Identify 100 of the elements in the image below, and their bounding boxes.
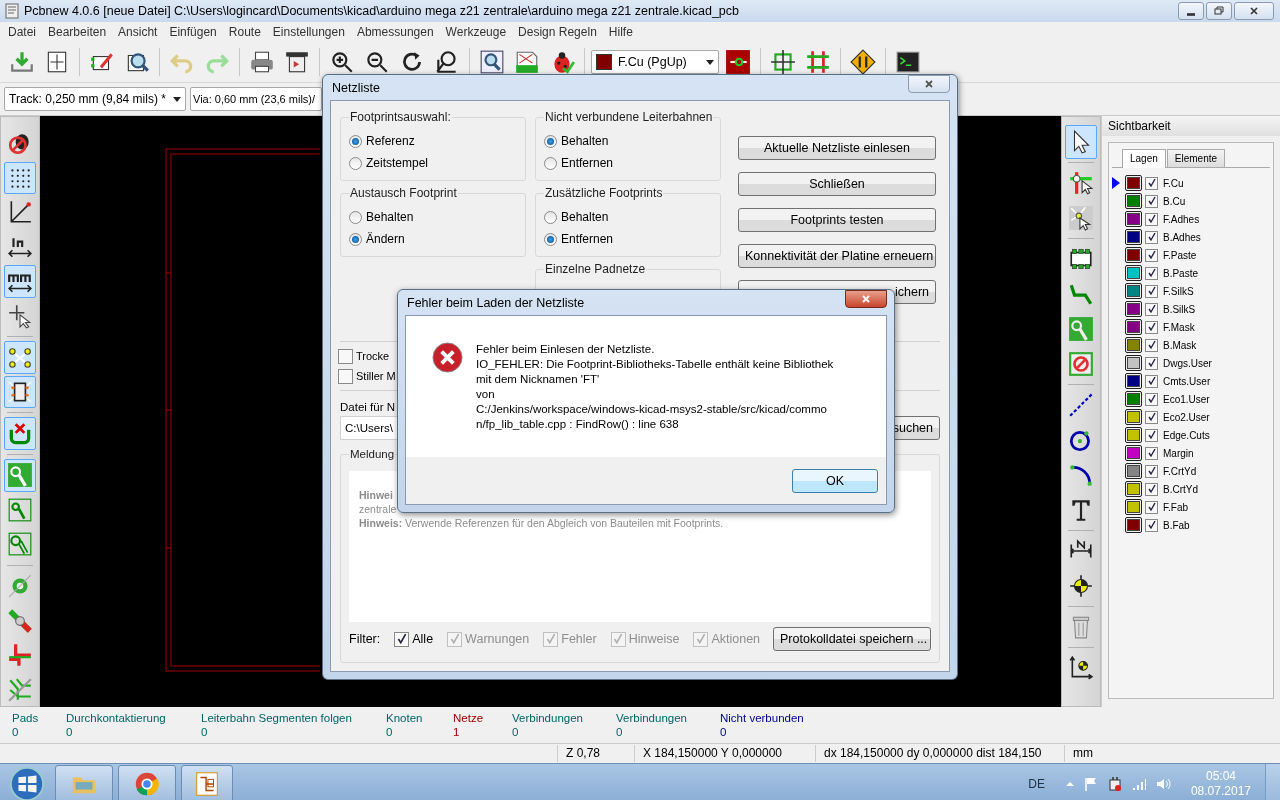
menu-item[interactable]: Werkzeuge [439,25,513,39]
layer-name: F.Mask [1163,321,1195,333]
layer-checkbox[interactable] [1145,194,1158,208]
layer-checkbox[interactable] [1145,446,1158,460]
radio-button[interactable] [349,232,362,246]
menu-item[interactable]: Datei [2,25,42,39]
pcb-app-icon[interactable] [181,765,233,800]
layer-color-button[interactable] [1125,463,1142,479]
restore-button[interactable] [1206,2,1232,20]
menu-item[interactable]: Bearbeiten [42,25,113,39]
layer-color-button[interactable] [1125,175,1142,191]
layer-dropdown[interactable]: F.Cu (PgUp) [591,50,719,74]
layer-checkbox[interactable] [1145,176,1158,190]
layer-checkbox[interactable] [1145,230,1158,244]
panel-tab[interactable]: Elemente [1166,149,1226,167]
layer-color-button[interactable] [1125,373,1142,389]
close-button[interactable] [908,75,950,93]
radio-button[interactable] [349,156,362,170]
radio-option[interactable]: Referenz [349,130,517,152]
layer-color-button[interactable] [1125,355,1142,371]
dialog-button[interactable]: Aktuelle Netzliste einlesen [738,136,936,160]
checkbox[interactable] [338,368,353,384]
layer-checkbox[interactable] [1145,428,1158,442]
log-line: zentrale [359,502,397,516]
radio-button[interactable] [349,210,362,224]
layer-checkbox[interactable] [1145,392,1158,406]
radio-button[interactable] [349,134,362,148]
layer-color-button[interactable] [1125,481,1142,497]
dialog-button[interactable]: Konnektivität der Platine erneuern [738,244,936,268]
browser-icon[interactable] [118,765,176,800]
close-button[interactable] [1234,2,1274,20]
layer-checkbox[interactable] [1145,500,1158,514]
radio-button[interactable] [544,156,557,170]
layer-color-button[interactable] [1125,283,1142,299]
language-indicator[interactable]: DE [1028,777,1045,791]
save-log-button[interactable]: Protokolldatei speichern ... [773,627,931,651]
layer-checkbox[interactable] [1145,338,1158,352]
menu-item[interactable]: Einfügen [163,25,223,39]
minimize-button[interactable] [1178,2,1204,20]
layer-color-button[interactable] [1125,517,1142,533]
layer-color-button[interactable] [1125,499,1142,515]
menu-item[interactable]: Hilfe [602,25,639,39]
file-explorer-icon[interactable] [55,765,113,800]
layer-checkbox[interactable] [1145,212,1158,226]
radio-option[interactable]: Behalten [544,130,712,152]
close-button[interactable] [845,290,887,308]
layer-color-button[interactable] [1125,445,1142,461]
radio-option[interactable]: Behalten [349,206,517,228]
pointer-icon[interactable] [1065,125,1097,159]
zone-fill-icon[interactable] [4,459,36,492]
filter-checkbox[interactable] [394,631,410,647]
layer-color-button[interactable] [1125,319,1142,335]
layer-color-button[interactable] [1125,229,1142,245]
radio-option[interactable]: Ändern [349,228,517,250]
radio-button[interactable] [544,210,557,224]
checkbox[interactable] [338,348,353,364]
menu-item[interactable]: Ansicht [112,25,164,39]
layer-color-button[interactable] [1125,193,1142,209]
layer-checkbox[interactable] [1145,464,1158,478]
layer-checkbox[interactable] [1145,266,1158,280]
ratsnest-icon[interactable] [4,341,36,374]
track-delete-icon[interactable] [4,417,36,451]
radio-option[interactable]: Zeitstempel [349,152,517,174]
layer-checkbox[interactable] [1145,320,1158,334]
radio-option[interactable]: Behalten [544,206,712,228]
radio-button[interactable] [544,232,557,246]
layer-checkbox[interactable] [1145,518,1158,532]
layer-color-button[interactable] [1125,391,1142,407]
layer-color-button[interactable] [1125,247,1142,263]
radio-option[interactable]: Entfernen [544,228,712,250]
ok-button[interactable]: OK [792,468,878,493]
power-icon[interactable] [1106,776,1123,792]
layer-color-button[interactable] [1125,409,1142,425]
dialog-button[interactable]: Footprints testen [738,208,936,232]
layer-checkbox[interactable] [1145,248,1158,262]
layer-checkbox[interactable] [1145,374,1158,388]
restore-icon [1213,6,1225,16]
chip-ratsnest-icon[interactable] [4,375,36,409]
layer-color-button[interactable] [1125,337,1142,353]
radio-option[interactable]: Entfernen [544,152,712,174]
radio-button[interactable] [544,134,557,148]
menu-item[interactable]: Design Regeln [512,25,603,39]
grid-icon[interactable] [4,161,36,195]
layer-checkbox[interactable] [1145,410,1158,424]
via-size-dropdown[interactable]: Via: 0,60 mm (23,6 mils)/ [190,87,322,111]
layer-checkbox[interactable] [1145,482,1158,496]
layer-color-button[interactable] [1125,427,1142,443]
layer-checkbox[interactable] [1145,284,1158,298]
layer-color-button[interactable] [1125,301,1142,317]
menu-item[interactable]: Route [222,25,267,39]
panel-tab[interactable]: Lagen [1122,149,1166,168]
dialog-button[interactable]: Schließen [738,172,936,196]
menu-item[interactable]: Einstellungen [266,25,351,39]
layer-checkbox[interactable] [1145,302,1158,316]
track-width-dropdown[interactable]: Track: 0,250 mm (9,84 mils) * [4,87,186,111]
menu-item[interactable]: Abmessungen [350,25,440,39]
layer-color-button[interactable] [1125,265,1142,281]
layer-color-button[interactable] [1125,211,1142,227]
layer-checkbox[interactable] [1145,356,1158,370]
millimeter-units-icon[interactable] [4,265,36,298]
